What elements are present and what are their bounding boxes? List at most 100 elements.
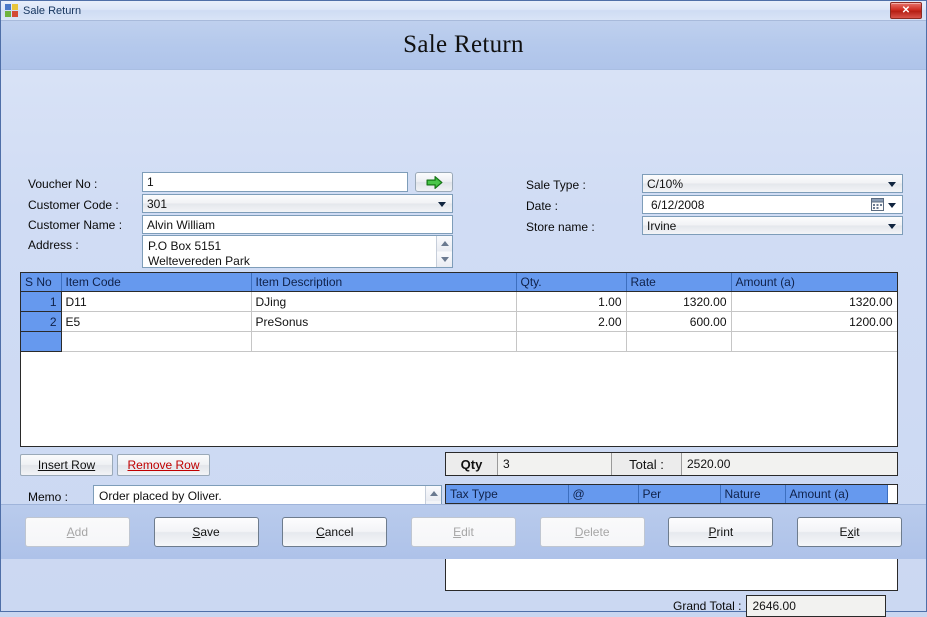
items-col-amount[interactable]: Amount (a) (731, 273, 897, 292)
total-label: Total : (612, 453, 682, 475)
address-line-2: Weltevereden Park (148, 254, 250, 268)
store-name-select[interactable]: Irvine (642, 216, 903, 235)
total-value: 2520.00 (682, 453, 897, 475)
tax-col-amount[interactable]: Amount (a) (785, 485, 888, 504)
items-cell-rate[interactable] (626, 331, 732, 352)
items-cell-description[interactable]: DJing (251, 291, 517, 312)
voucher-no-input[interactable]: 1 (142, 172, 408, 192)
table-row-empty[interactable] (21, 331, 897, 352)
items-cell-sno: 1 (21, 291, 62, 312)
items-cell-rate[interactable]: 600.00 (626, 311, 732, 332)
insert-row-button[interactable]: Insert Row (20, 454, 113, 476)
store-name-label: Store name : (526, 220, 595, 234)
items-cell-code[interactable]: D11 (61, 291, 252, 312)
edit-button[interactable]: Edit (410, 517, 516, 547)
green-arrow-right-icon (426, 175, 442, 189)
save-button[interactable]: Save (153, 517, 259, 547)
address-input[interactable]: P.O Box 5151 Weltevereden Park (142, 235, 453, 268)
items-cell-qty[interactable]: 2.00 (516, 311, 627, 332)
grand-total-label: Grand Total : (673, 599, 742, 613)
items-col-qty[interactable]: Qty. (516, 273, 627, 292)
items-cell-amount[interactable] (731, 331, 897, 352)
insert-row-label: Insert Row (37, 458, 96, 472)
address-label: Address : (28, 238, 79, 252)
tax-header-row: Tax Type @ Per Nature Amount (a) (446, 485, 897, 504)
items-col-item-description[interactable]: Item Description (251, 273, 517, 292)
voucher-no-label: Voucher No : (28, 177, 98, 191)
table-row[interactable]: 1 D11 DJing 1.00 1320.00 1320.00 (21, 291, 897, 312)
items-cell-description[interactable]: PreSonus (251, 311, 517, 332)
page-title: Sale Return (403, 31, 524, 58)
app-icon (5, 3, 19, 18)
tax-col-nature[interactable]: Nature (720, 485, 786, 504)
date-value: 6/12/2008 (651, 198, 705, 212)
exit-button[interactable]: Exit (797, 517, 903, 547)
grand-total-value: 2646.00 (746, 595, 887, 617)
table-row[interactable]: 2 E5 PreSonus 2.00 600.00 1200.00 (21, 311, 897, 332)
chevron-down-icon (888, 223, 896, 229)
title-bar: Sale Return ✕ (1, 1, 926, 21)
tax-col-per[interactable]: Per (638, 485, 721, 504)
items-cell-amount[interactable]: 1320.00 (731, 291, 897, 312)
items-cell-qty[interactable]: 1.00 (516, 291, 627, 312)
sale-type-label: Sale Type : (526, 178, 586, 192)
cancel-button-label: Cancel (316, 525, 354, 539)
close-button[interactable]: ✕ (890, 2, 922, 19)
items-col-rate[interactable]: Rate (626, 273, 732, 292)
date-picker[interactable]: 6/12/2008 (642, 195, 903, 214)
customer-name-input[interactable]: Alvin William (142, 215, 453, 234)
items-cell-qty[interactable] (516, 331, 627, 352)
store-name-value: Irvine (647, 219, 677, 233)
items-cell-code[interactable] (61, 331, 252, 352)
tax-col-at[interactable]: @ (568, 485, 639, 504)
items-cell-description[interactable] (251, 331, 517, 352)
customer-code-select[interactable]: 301 (142, 194, 453, 213)
scroll-down-icon[interactable] (437, 252, 452, 267)
scroll-up-icon[interactable] (437, 236, 452, 251)
qty-value: 3 (498, 453, 612, 475)
memo-value: Order placed by Oliver. (99, 489, 222, 503)
address-scrollbar[interactable] (436, 236, 452, 267)
customer-code-label: Customer Code : (28, 198, 119, 212)
sale-return-window: Sale Return ✕ Sale Return Voucher No : 1… (0, 0, 927, 617)
items-grid[interactable]: S No Item Code Item Description Qty. Rat… (20, 272, 898, 447)
voucher-go-button[interactable] (415, 172, 453, 192)
date-label: Date : (526, 199, 559, 213)
items-cell-sno (21, 331, 62, 352)
grand-total: Grand Total : 2646.00 (673, 595, 887, 617)
print-button-label: Print (708, 525, 734, 539)
items-cell-rate[interactable]: 1320.00 (626, 291, 732, 312)
print-button[interactable]: Print (668, 517, 774, 547)
add-button[interactable]: Add (24, 517, 130, 547)
remove-row-label: Remove Row (127, 458, 200, 472)
items-cell-amount[interactable]: 1200.00 (731, 311, 897, 332)
totals-strip: Qty 3 Total : 2520.00 (445, 452, 898, 476)
save-button-label: Save (192, 525, 220, 539)
items-cell-code[interactable]: E5 (61, 311, 252, 332)
scroll-up-icon[interactable] (426, 486, 441, 501)
qty-label: Qty (446, 453, 498, 475)
add-button-label: Add (66, 525, 89, 539)
items-table: S No Item Code Item Description Qty. Rat… (21, 273, 897, 352)
chevron-down-icon (888, 181, 896, 187)
remove-row-button[interactable]: Remove Row (117, 454, 210, 476)
items-col-item-code[interactable]: Item Code (61, 273, 252, 292)
chevron-down-icon (438, 201, 446, 207)
tax-col-type[interactable]: Tax Type (446, 485, 569, 504)
customer-name-label: Customer Name : (28, 218, 123, 232)
memo-label: Memo : (28, 490, 69, 504)
delete-button-label: Delete (574, 525, 610, 539)
calendar-icon[interactable] (871, 198, 884, 214)
edit-button-label: Edit (453, 525, 474, 539)
sale-type-select[interactable]: C/10% (642, 174, 903, 193)
delete-button[interactable]: Delete (539, 517, 645, 547)
cancel-button[interactable]: Cancel (282, 517, 388, 547)
form-body: Voucher No : 1 Customer Code : 301 Custo… (1, 70, 926, 617)
sale-type-value: C/10% (647, 177, 684, 191)
address-line-1: P.O Box 5151 (148, 239, 222, 253)
window-title: Sale Return (23, 4, 82, 17)
items-header-row: S No Item Code Item Description Qty. Rat… (21, 273, 897, 292)
tax-col-spacer (887, 485, 897, 504)
chevron-down-icon[interactable] (888, 202, 896, 208)
items-col-sno[interactable]: S No (21, 273, 62, 292)
